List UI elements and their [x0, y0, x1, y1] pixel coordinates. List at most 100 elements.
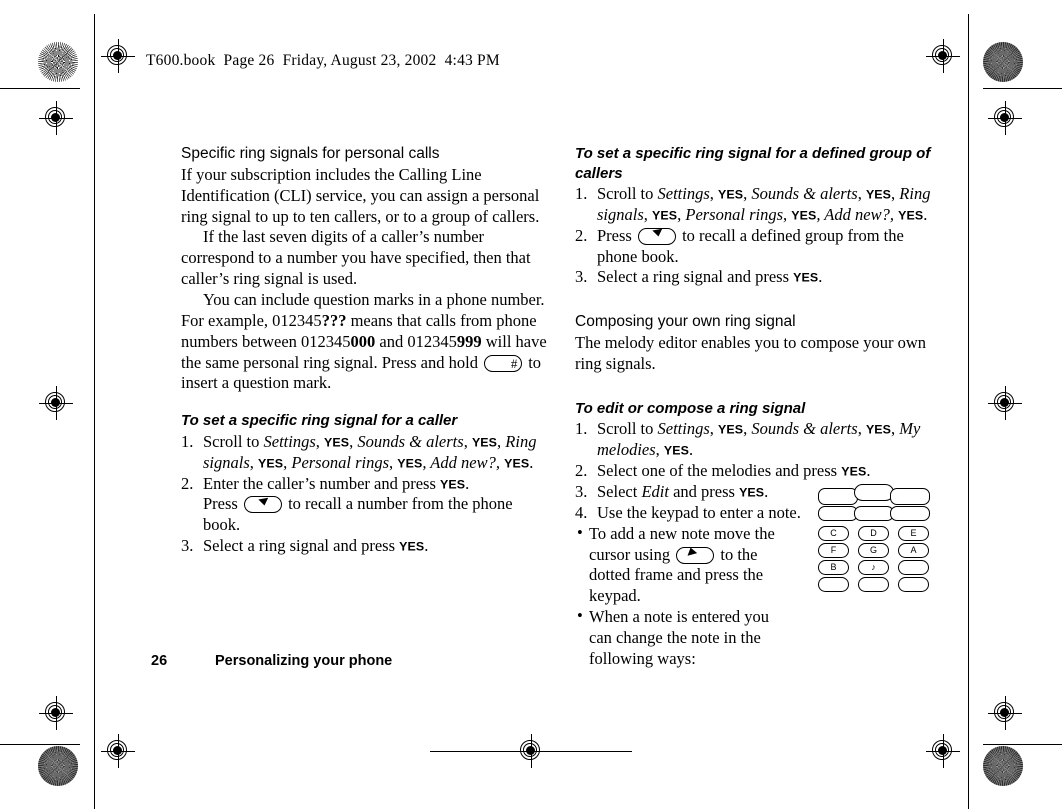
text-run: Select one of the melodies and press	[597, 461, 842, 481]
text-run: Press	[597, 225, 636, 245]
text-bold-question-marks: ???	[321, 310, 347, 330]
step-item: 2. Enter the caller’s number and press YE…	[181, 474, 553, 537]
yes-key-label: YES	[471, 435, 498, 450]
bullet-item: • To add a new note move the cursor using…	[575, 522, 785, 607]
registration-mark-bottom-right-inner	[926, 734, 960, 768]
text-run: ,	[655, 440, 664, 460]
step-number: 3.	[575, 267, 588, 287]
registration-mark-top-left-inner	[101, 39, 135, 73]
text-run: and press	[668, 481, 740, 501]
steps-list-caller: 1. Scroll to Settings, YES, Sounds & aler…	[181, 432, 553, 557]
keypad-key-label: B	[830, 562, 837, 572]
registration-mark-top-right-inner	[926, 39, 960, 73]
hash-key-icon: #	[484, 354, 523, 372]
crop-rule-bottom-center-left	[430, 751, 514, 752]
step-item: 1. Scroll to Settings, YES, Sounds & aler…	[575, 419, 947, 461]
registration-mark-right-upper	[988, 101, 1022, 135]
text-run: Select	[597, 481, 642, 501]
yes-key-label: YES	[898, 208, 924, 223]
keypad-key-blank	[898, 560, 929, 575]
yes-key-label: YES	[504, 456, 530, 471]
keypad-key-label: D	[870, 528, 877, 538]
step-item: 1. Scroll to Settings, YES, Sounds & aler…	[575, 184, 947, 226]
text-run: Select a ring signal and press	[597, 267, 794, 287]
subheading-ring-signal-group: To set a specific ring signal for a defi…	[575, 145, 931, 182]
step-number: 3.	[181, 536, 194, 556]
text-run: ,	[389, 452, 398, 472]
footer-section-title: Personalizing your phone	[215, 653, 393, 669]
menu-item-name: Add new?,	[824, 204, 894, 224]
step-item: 1. Scroll to Settings, YES, Sounds & aler…	[181, 432, 553, 474]
step-number: 1.	[575, 419, 588, 439]
down-arrow-key	[243, 496, 282, 514]
menu-item-name: Settings	[657, 419, 710, 439]
text-run: .	[866, 461, 871, 481]
text-run: ,	[315, 431, 324, 451]
registration-mark-left-lower	[39, 696, 73, 730]
text-run: .	[818, 267, 823, 287]
yes-key-label: YES	[739, 485, 765, 500]
section-heading-composing: Composing your own ring signal	[575, 313, 796, 331]
text-run: ,	[463, 431, 472, 451]
crop-rule-top-left	[0, 88, 80, 89]
registration-mark-left-middle	[39, 386, 73, 420]
crop-rule-right-vertical	[968, 14, 969, 809]
text-run: ,	[643, 204, 653, 224]
text-run: Press	[203, 494, 242, 514]
steps-list-group: 1. Scroll to Settings, YES, Sounds & aler…	[575, 184, 947, 288]
step-item: 3. Select a ring signal and press YES.	[181, 536, 553, 557]
right-column: To set a specific ring signal for a defi…	[575, 144, 947, 670]
menu-item-name: Personal rings	[291, 452, 389, 472]
softkey-center-top	[854, 484, 894, 501]
yes-key-label: YES	[865, 422, 892, 437]
resolution-target-top-left	[38, 42, 78, 82]
text-run: When a note is entered you can change th…	[589, 607, 770, 668]
keypad-key-D: D	[858, 526, 889, 541]
softkey-right	[890, 488, 930, 505]
keypad-key-label: G	[869, 545, 877, 555]
yes-key-label: YES	[652, 208, 678, 223]
down-arrow-key	[637, 227, 676, 245]
registration-mark-bottom-center	[514, 734, 548, 768]
step-number: 2.	[575, 461, 588, 481]
bullet-glyph: •	[577, 522, 583, 542]
step-number: 1.	[575, 184, 588, 203]
yes-key-label: YES	[440, 477, 466, 491]
resolution-target-bottom-right	[983, 746, 1023, 786]
book-header-text: T600.book Page 26 Friday, August 23, 200…	[146, 52, 500, 69]
step-number: 2.	[181, 473, 194, 493]
text-run: .	[424, 536, 429, 556]
keypad-key-blank	[858, 577, 889, 592]
crop-rule-bottom-left	[0, 744, 80, 745]
step-item: 2. Press to recall a defined group from t…	[575, 226, 947, 268]
subheading-ring-signal-caller: To set a specific ring signal for a call…	[181, 412, 458, 430]
yes-key-label: YES	[663, 443, 689, 458]
paragraph-question-marks: You can include question marks in a phon…	[181, 290, 553, 394]
text-run: ,	[857, 184, 866, 203]
step-number: 4.	[575, 502, 588, 522]
resolution-target-top-right	[983, 42, 1023, 82]
menu-item-name: Settings	[263, 431, 316, 451]
yes-key-label: YES	[397, 456, 423, 471]
text-run: ,	[857, 419, 866, 439]
text-run: ,	[709, 184, 718, 203]
bullet-glyph: •	[577, 606, 583, 626]
text-run: ,	[709, 419, 718, 439]
text-run: and 012345	[375, 331, 457, 351]
menu-item-name: Sounds & alerts	[751, 419, 858, 439]
crop-rule-left-vertical	[94, 14, 95, 809]
crop-rule-bottom-right	[983, 744, 1062, 745]
keypad-key-E: E	[898, 526, 929, 541]
text-run: Scroll to	[597, 419, 658, 439]
yes-key-label: YES	[791, 208, 817, 223]
keypad-key-A: A	[898, 543, 929, 558]
menu-item-name: Sounds & alerts	[751, 184, 858, 203]
navkey-center	[854, 506, 894, 521]
keypad-key-♪: ♪	[858, 560, 889, 575]
paragraph-cli-service: If your subscription includes the Callin…	[181, 164, 540, 226]
step-number: 1.	[181, 431, 194, 451]
menu-item-name: Edit	[641, 481, 669, 501]
yes-key-label: YES	[841, 464, 867, 479]
bullet-item: • When a note is entered you can change t…	[575, 606, 785, 670]
keypad-key-F: F	[818, 543, 849, 558]
